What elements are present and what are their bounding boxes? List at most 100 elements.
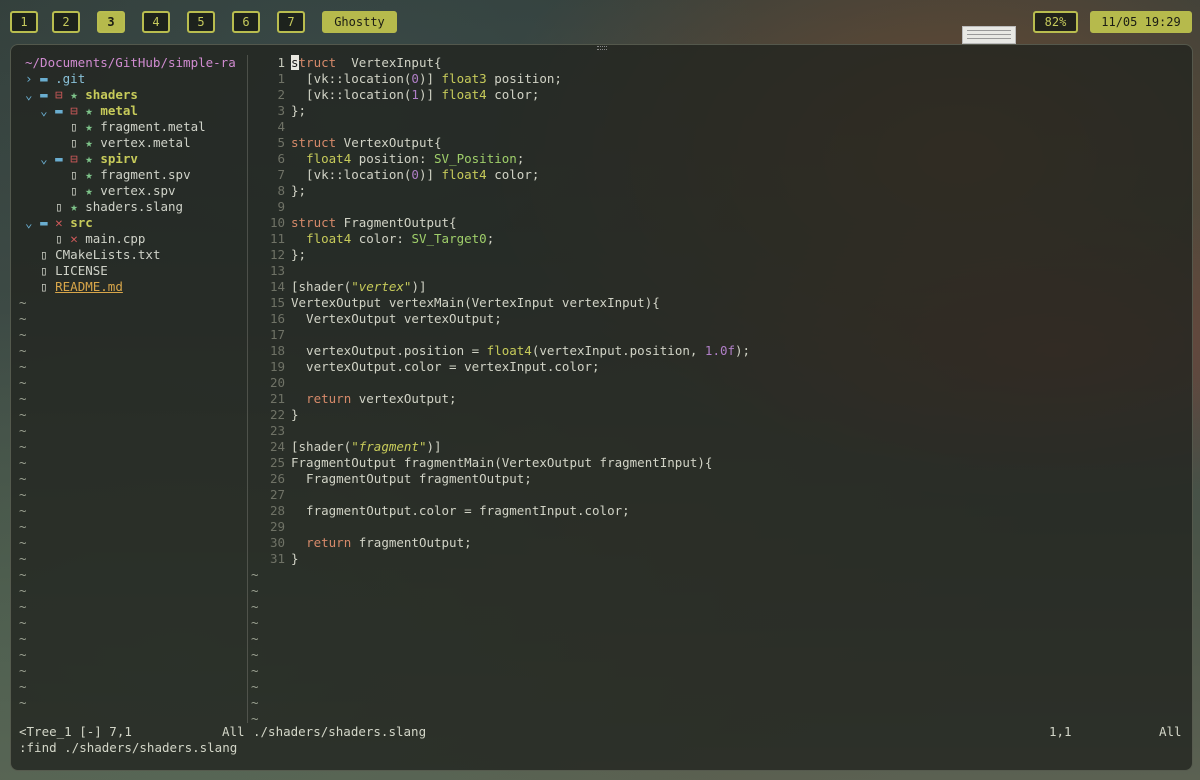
code-line[interactable]: 30 return fragmentOutput; [251,535,1181,551]
workspace-button-6[interactable]: 6 [232,11,260,33]
command-line[interactable]: :find ./shaders/shaders.slang [19,739,237,757]
tree-item-vertex-spv[interactable]: ▯ ★ vertex.spv [25,183,257,199]
line-number: 25 [269,455,285,470]
code-line[interactable]: 2 [vk::location(1)] float4 color; [251,87,1181,103]
code-token: FragmentOutput fragmentOutput; [291,471,532,486]
file-icon: ▯ [70,119,86,134]
empty-line-marker: ~ [251,599,259,614]
workspace-button-4[interactable]: 4 [142,11,170,33]
code-token: [vk::location( [291,71,412,86]
code-token: float3 [441,71,487,86]
tree-item-main-cpp[interactable]: ▯ ✕ main.cpp [25,231,257,247]
code-line[interactable]: 7 [vk::location(0)] float4 color; [251,167,1181,183]
tree-item-src[interactable]: ⌄ ▬ ✕ src [25,215,257,231]
chevron-down-icon[interactable]: ⌄ [40,151,55,166]
code-line[interactable]: 19 vertexOutput.color = vertexInput.colo… [251,359,1181,375]
workspace-button-2[interactable]: 2 [52,11,80,33]
empty-line-marker: ~ [19,503,27,518]
chevron-down-icon[interactable]: ⌄ [40,103,55,118]
code-line[interactable]: 25 FragmentOutput fragmentMain(VertexOutp… [251,455,1181,471]
line-number: 24 [269,439,285,454]
code-line[interactable]: 17 [251,327,1181,343]
tree-item--git[interactable]: › ▬ .git [25,71,257,87]
code-line[interactable]: 15 VertexOutput vertexMain(VertexInput ve… [251,295,1181,311]
tree-item-shaders-slang[interactable]: ▯ ★ shaders.slang [25,199,257,215]
tree-item-label: main.cpp [85,231,146,246]
line-number: 1 [277,71,285,86]
workspace-button-1[interactable]: 1 [10,11,38,33]
code-line[interactable]: 18 vertexOutput.position = float4(vertex… [251,343,1181,359]
tree-root-path: ~/Documents/GitHub/simple-ra [25,55,236,70]
line-number: 6 [277,151,285,166]
code-token: ; [516,151,525,166]
line-number: 9 [277,199,285,214]
code-text: return fragmentOutput; [291,535,472,550]
code-line[interactable]: 12}; [251,247,1181,263]
code-line[interactable]: 14 [shader("vertex")] [251,279,1181,295]
tree-item-cmakelists-txt[interactable]: ▯ CMakeLists.txt [25,247,257,263]
line-number: 1 [277,55,285,70]
empty-line-marker: ~ [19,391,27,406]
code-line[interactable]: 20 [251,375,1181,391]
chevron-down-icon[interactable]: ⌄ [25,215,40,230]
tree-item-shaders[interactable]: ⌄ ▬ ⊟ ★ shaders [25,87,257,103]
file-icon: ▯ [70,183,86,198]
chevron-down-icon[interactable]: ⌄ [25,87,40,102]
tree-item-label: .git [55,71,86,86]
code-line[interactable]: 1 struct VertexInput{ [251,55,1181,71]
chevron-right-icon[interactable]: › [25,71,40,86]
tree-item-fragment-spv[interactable]: ▯ ★ fragment.spv [25,167,257,183]
terminal-window[interactable]: ~/Documents/GitHub/simple-ra › ▬ .git ⌄ ▬… [10,44,1193,771]
code-line[interactable]: 24 [shader("fragment")] [251,439,1181,455]
staged-icon: ★ [85,119,101,134]
code-text: vertexOutput.color = vertexInput.color; [291,359,600,374]
tree-item-metal[interactable]: ⌄ ▬ ⊟ ★ metal [25,103,257,119]
code-text: } [291,551,299,566]
code-line[interactable]: 22} [251,407,1181,423]
code-line[interactable]: 3}; [251,103,1181,119]
code-line[interactable]: 26 FragmentOutput fragmentOutput; [251,471,1181,487]
code-token: color; [486,167,540,182]
tree-item-label: CMakeLists.txt [55,247,161,262]
code-line[interactable]: 23 [251,423,1181,439]
code-line[interactable]: 10 struct FragmentOutput{ [251,215,1181,231]
code-token: VertexOutput vertexOutput; [291,311,502,326]
code-line[interactable]: 8}; [251,183,1181,199]
code-line[interactable]: 27 [251,487,1181,503]
tree-item-label: metal [100,103,138,118]
empty-line-marker: ~ [251,583,259,598]
code-line[interactable]: 16 VertexOutput vertexOutput; [251,311,1181,327]
code-token: VertexInput{ [336,55,442,70]
code-line[interactable]: 29 [251,519,1181,535]
tree-item-readme-md[interactable]: ▯ README.md [25,279,257,295]
tree-item-vertex-metal[interactable]: ▯ ★ vertex.metal [25,135,257,151]
code-line[interactable]: 5 struct VertexOutput{ [251,135,1181,151]
code-line[interactable]: 6 float4 position: SV_Position; [251,151,1181,167]
workspace-button-5[interactable]: 5 [187,11,215,33]
active-app-label[interactable]: Ghostty [322,11,397,33]
tree-item-fragment-metal[interactable]: ▯ ★ fragment.metal [25,119,257,135]
code-line[interactable]: 1 [vk::location(0)] float3 position; [251,71,1181,87]
code-line[interactable]: 4 [251,119,1181,135]
empty-line-marker: ~ [19,535,27,550]
code-line[interactable]: 21 return vertexOutput; [251,391,1181,407]
code-line[interactable]: 13 [251,263,1181,279]
code-line[interactable]: 11 float4 color: SV_Target0; [251,231,1181,247]
code-line[interactable]: 28 fragmentOutput.color = fragmentInput.… [251,503,1181,519]
tree-item-spirv[interactable]: ⌄ ▬ ⊟ ★ spirv [25,151,257,167]
code-line[interactable]: 31} [251,551,1181,567]
code-text: float4 color: SV_Target0; [291,231,494,246]
line-number: 11 [269,231,285,246]
empty-line-marker: ~ [19,455,27,470]
code-token: float4 [486,343,532,358]
empty-line-marker: ~ [251,615,259,630]
tree-item-license[interactable]: ▯ LICENSE [25,263,257,279]
workspace-button-3[interactable]: 3 [97,11,125,33]
code-token: struct [291,215,337,230]
line-number: 19 [269,359,285,374]
workspace-button-7[interactable]: 7 [277,11,305,33]
window-grip-handle[interactable] [597,46,607,50]
code-line[interactable]: 9 [251,199,1181,215]
line-number: 8 [277,183,285,198]
